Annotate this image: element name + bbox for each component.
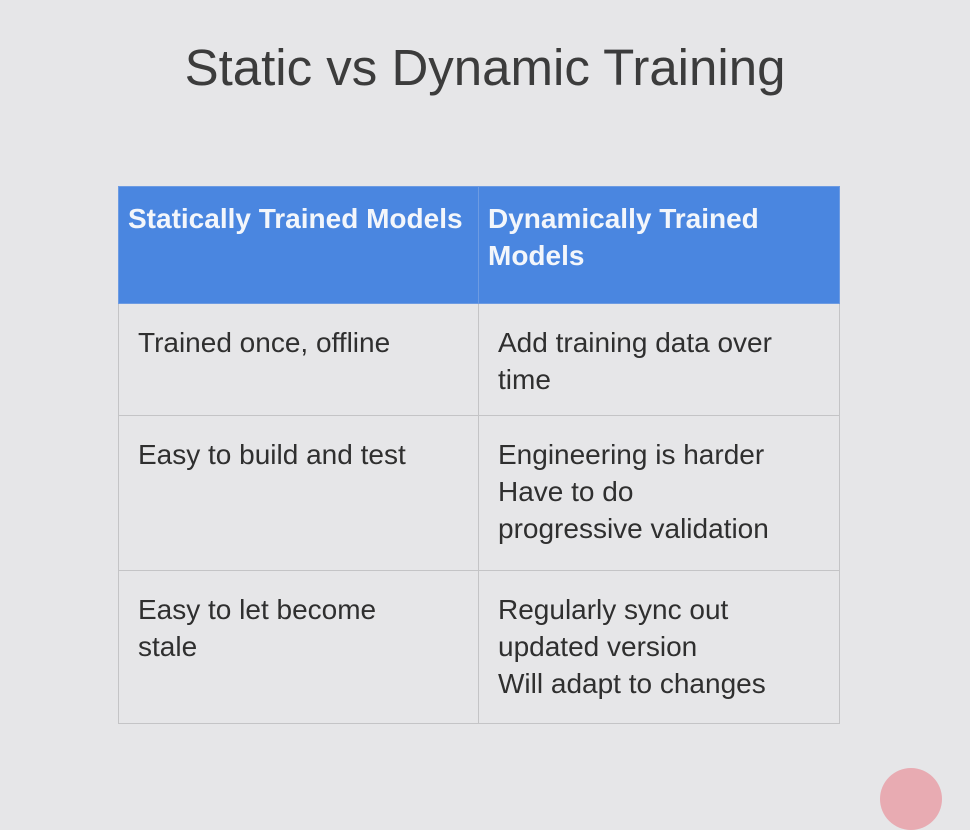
- table-header-row: Statically Trained Models Dynamically Tr…: [118, 186, 840, 304]
- header-static-models: Statically Trained Models: [118, 186, 479, 304]
- table-cell-static: Easy to let become stale: [118, 570, 479, 724]
- table-cell-static: Trained once, offline: [118, 303, 479, 416]
- logo-circle-icon: [880, 768, 942, 830]
- table-row: Easy to build and test Engineering is ha…: [118, 415, 840, 571]
- table-cell-dynamic: Engineering is harder Have to do progres…: [478, 415, 840, 571]
- table-cell-dynamic: Add training data over time: [478, 303, 840, 416]
- comparison-table: Statically Trained Models Dynamically Tr…: [118, 186, 840, 724]
- slide: Static vs Dynamic Training Statically Tr…: [0, 0, 970, 830]
- header-dynamic-models: Dynamically Trained Models: [478, 186, 840, 304]
- slide-title: Static vs Dynamic Training: [184, 39, 786, 96]
- table-row: Trained once, offline Add training data …: [118, 303, 840, 416]
- table-row: Easy to let become stale Regularly sync …: [118, 570, 840, 724]
- table-cell-static: Easy to build and test: [118, 415, 479, 571]
- table-cell-dynamic: Regularly sync out updated version Will …: [478, 570, 840, 724]
